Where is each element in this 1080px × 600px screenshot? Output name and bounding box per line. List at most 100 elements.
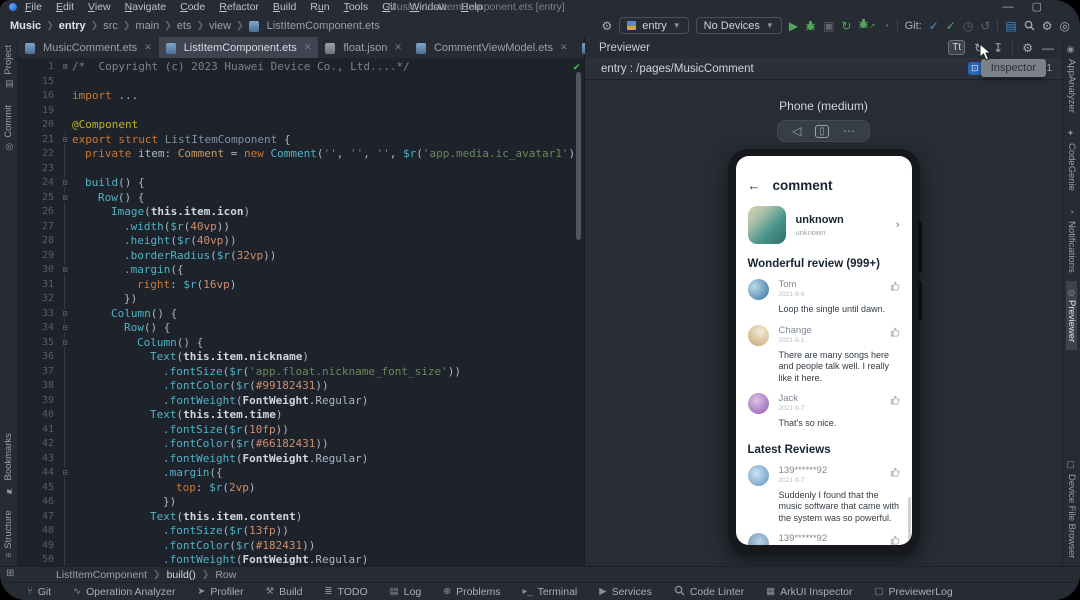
run-button[interactable]: ▶ — [789, 19, 798, 33]
status-breadcrumb-item[interactable]: Row — [215, 569, 236, 581]
fold-marker[interactable] — [58, 350, 72, 365]
fold-marker[interactable] — [58, 147, 72, 162]
fold-marker[interactable] — [58, 408, 72, 423]
breadcrumb-item[interactable]: entry — [59, 20, 86, 32]
fold-marker[interactable] — [58, 118, 72, 133]
fold-marker[interactable] — [58, 538, 72, 553]
tab-close-icon[interactable]: ✕ — [304, 42, 312, 53]
fold-marker[interactable] — [58, 89, 72, 104]
fold-marker[interactable] — [58, 219, 72, 234]
fold-marker[interactable]: ⊟ — [58, 176, 72, 191]
menu-edit[interactable]: Edit — [56, 1, 74, 13]
menu-navigate[interactable]: Navigate — [125, 1, 166, 13]
rotate-device-icon[interactable]: ▯ — [815, 124, 829, 138]
fold-marker[interactable] — [58, 495, 72, 510]
git-update-button[interactable]: ✓ — [929, 19, 939, 33]
tool-window-bookmarks[interactable]: ⚑ Bookmarks — [3, 425, 14, 503]
preview-back-icon[interactable]: ◁ — [792, 124, 801, 138]
tab-listitemcomponent-ets[interactable]: ListItemComponent.ets ✕ — [158, 37, 319, 58]
fold-marker[interactable] — [58, 379, 72, 394]
text-scale-button[interactable]: Tt — [948, 40, 966, 55]
bottom-tool-previewerlog[interactable]: ▢ PreviewerLog — [865, 586, 961, 598]
status-breadcrumb-item[interactable]: ListItemComponent — [56, 569, 147, 581]
fold-marker[interactable]: ⊟ — [58, 335, 72, 350]
tool-windows-icon[interactable]: ⊞ — [6, 568, 14, 579]
fold-marker[interactable] — [58, 161, 72, 176]
profiler-button[interactable]: ◔ — [882, 19, 889, 33]
fold-marker[interactable] — [58, 437, 72, 452]
device-selector[interactable]: No Devices ▼ — [695, 17, 782, 34]
history-clock-icon[interactable]: ◷ — [963, 19, 973, 33]
editor-scrollbar[interactable] — [576, 72, 581, 240]
menu-code[interactable]: Code — [180, 1, 205, 13]
fold-marker[interactable]: ⊞ — [58, 60, 72, 75]
code-editor[interactable]: 1 ⊞/* Copyright (c) 2023 Huawei Device Co… — [18, 58, 584, 566]
fold-marker[interactable] — [58, 248, 72, 263]
hide-panel-icon[interactable]: — — [1042, 41, 1054, 55]
bottom-tool-arkui-inspector[interactable]: ▦ ArkUI Inspector — [757, 586, 861, 598]
tab-close-icon[interactable]: ✕ — [560, 42, 568, 53]
song-row[interactable]: unknown unknown › — [747, 206, 900, 244]
module-selector[interactable]: entry ▼ — [619, 17, 689, 34]
profile-avatar-icon[interactable]: ◎ — [1060, 19, 1070, 33]
fold-marker[interactable]: ⊟ — [58, 321, 72, 336]
bottom-tool-git[interactable]: ⑂ Git — [18, 586, 60, 598]
breadcrumb-item[interactable]: view — [209, 20, 231, 32]
settings-gear-icon[interactable]: ⚙ — [602, 19, 613, 33]
breadcrumb-item[interactable]: ets — [177, 20, 192, 32]
fold-marker[interactable]: ⊟ — [58, 132, 72, 147]
fold-marker[interactable]: ⊟ — [58, 306, 72, 321]
app-back-arrow-icon[interactable]: ← — [748, 178, 761, 193]
menu-run[interactable]: Run — [310, 1, 329, 13]
fold-marker[interactable] — [58, 480, 72, 495]
fold-marker[interactable] — [58, 364, 72, 379]
menu-refactor[interactable]: Refactor — [219, 1, 259, 13]
tab-musiccomment-ets[interactable]: MusicComment.ets ✕ — [18, 37, 159, 58]
tab-float-json[interactable]: float.json ✕ — [318, 37, 409, 58]
thumbs-up-icon[interactable] — [890, 281, 900, 291]
screen-target-icon[interactable]: ⊡ — [967, 62, 982, 75]
fold-marker[interactable] — [58, 205, 72, 220]
breadcrumb-item[interactable]: src — [103, 20, 118, 32]
fold-marker[interactable]: ⊟ — [58, 190, 72, 205]
tab-close-icon[interactable]: ✕ — [144, 42, 152, 53]
fold-marker[interactable] — [58, 524, 72, 539]
breadcrumb-item[interactable]: Music — [10, 20, 41, 32]
rollback-icon[interactable]: ↺ — [980, 19, 990, 33]
app-scrollbar[interactable] — [907, 497, 911, 539]
fold-marker[interactable] — [58, 75, 72, 90]
tool-window-codegenie[interactable]: ✦ CodeGenie — [1066, 121, 1077, 199]
menu-file[interactable]: File — [25, 1, 42, 13]
bottom-tool-problems[interactable]: ⊕ Problems — [434, 586, 509, 598]
fold-marker[interactable]: ⊟ — [58, 466, 72, 481]
menu-build[interactable]: Build — [273, 1, 296, 13]
thumbs-up-icon[interactable] — [890, 327, 900, 337]
menu-tools[interactable]: Tools — [344, 1, 369, 13]
tool-window-project[interactable]: ▤ Project — [3, 37, 14, 97]
bottom-tool-build[interactable]: ⚒ Build — [257, 586, 312, 598]
search-everywhere-icon[interactable] — [1024, 19, 1035, 33]
bottom-tool-terminal[interactable]: ▸_ Terminal — [514, 586, 587, 598]
stop-button[interactable]: ▣ — [823, 19, 834, 33]
fold-marker[interactable] — [58, 553, 72, 566]
export-icon[interactable]: ↧ — [993, 41, 1003, 55]
project-folder-icon[interactable]: ▤ — [1005, 19, 1016, 33]
fold-marker[interactable] — [58, 393, 72, 408]
tool-window-commit[interactable]: ◎ Commit — [3, 97, 14, 160]
fold-marker[interactable] — [58, 422, 72, 437]
status-breadcrumb-item[interactable]: build() — [167, 569, 196, 581]
maximize-button[interactable]: ▢ — [1032, 1, 1042, 13]
breadcrumb-item[interactable]: ListItemComponent.ets — [267, 20, 380, 32]
tab-close-icon[interactable]: ✕ — [394, 42, 402, 53]
tab-commentviewmodel-ets[interactable]: CommentViewModel.ets ✕ — [409, 37, 575, 58]
fold-marker[interactable] — [58, 292, 72, 307]
debug-button[interactable] — [805, 19, 816, 33]
bottom-tool-code-linter[interactable]: Code Linter — [665, 585, 753, 598]
tool-window-appanalyzer[interactable]: ◉ AppAnalyzer — [1066, 37, 1077, 121]
bottom-tool-todo[interactable]: ≣ TODO — [316, 586, 377, 598]
tool-window-device-file-browser[interactable]: ▢ Device File Browser — [1066, 452, 1077, 566]
tool-window-structure[interactable]: ≡ Structure — [3, 502, 14, 566]
ide-settings-gear-icon[interactable]: ⚙ — [1042, 19, 1053, 33]
minimize-button[interactable]: — — [1003, 1, 1014, 13]
bottom-tool-log[interactable]: ▤ Log — [381, 586, 431, 598]
